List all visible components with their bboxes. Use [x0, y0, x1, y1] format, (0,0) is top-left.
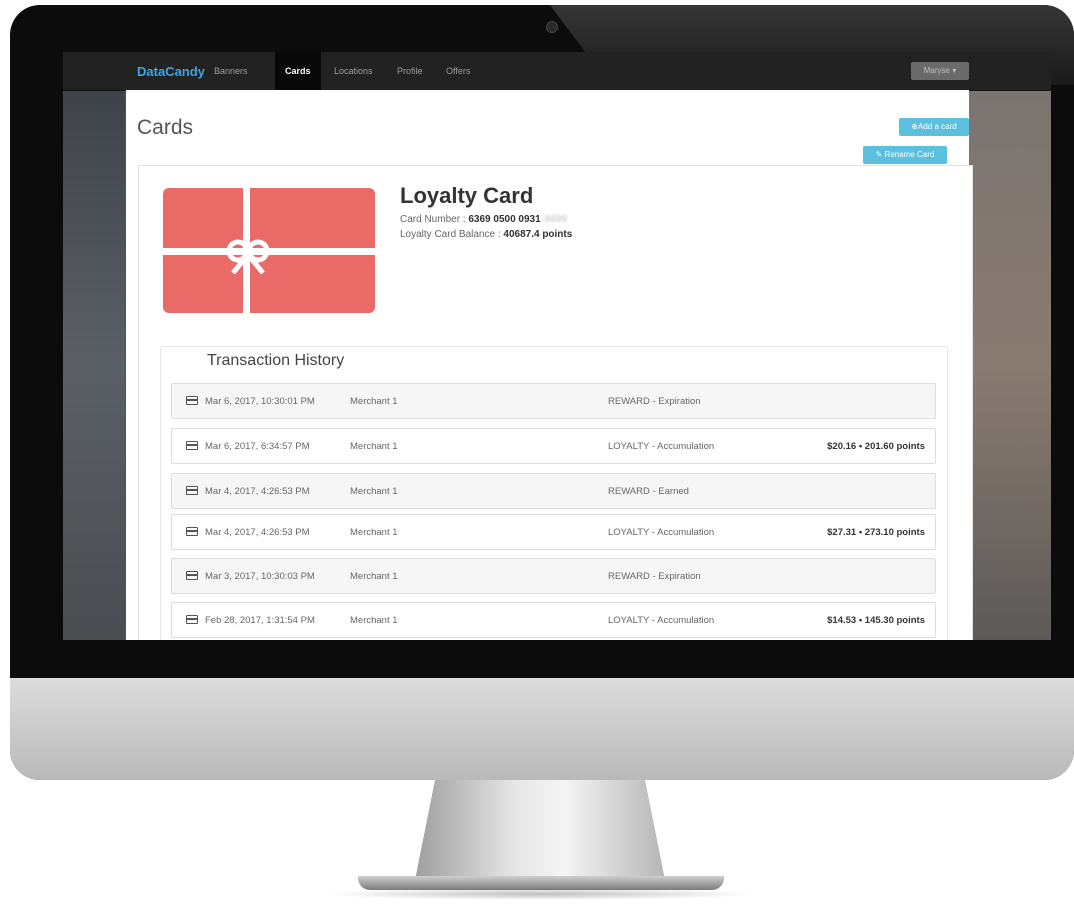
- transaction-row[interactable]: Feb 28, 2017, 1:31:54 PM Merchant 1 LOYA…: [171, 602, 936, 638]
- card-number-value: 6369 0500 0931: [468, 214, 541, 225]
- app-screen: DataCandy Banners Cards Locations Profil…: [63, 52, 1051, 640]
- credit-card-icon: [186, 486, 198, 495]
- nav-item-profile[interactable]: Profile: [397, 66, 423, 76]
- transaction-date: Mar 6, 2017, 6:34:57 PM: [205, 441, 310, 452]
- credit-card-icon: [186, 571, 198, 580]
- brand-logo[interactable]: DataCandy: [137, 64, 205, 79]
- card-title: Loyalty Card: [400, 183, 534, 208]
- nav-item-locations[interactable]: Locations: [334, 66, 373, 76]
- rename-card-button[interactable]: ✎ Rename Card: [863, 146, 947, 164]
- card-number-label: Card Number :: [400, 214, 469, 225]
- transaction-type: REWARD - Expiration: [608, 396, 701, 407]
- transaction-merchant: Merchant 1: [350, 615, 398, 626]
- nav-item-banners[interactable]: Banners: [214, 66, 248, 76]
- card-number-masked: 8699: [544, 214, 567, 225]
- credit-card-icon: [186, 615, 198, 624]
- credit-card-icon: [186, 527, 198, 536]
- gift-card-icon: [163, 188, 375, 313]
- monitor-shadow: [320, 888, 760, 900]
- transaction-history-title: Transaction History: [207, 352, 345, 369]
- monitor-frame: DataCandy Banners Cards Locations Profil…: [10, 5, 1074, 780]
- transaction-amount: $14.53 • 145.30 points: [827, 615, 925, 626]
- transaction-amount: $27.31 • 273.10 points: [827, 527, 925, 538]
- card-balance-label: Loyalty Card Balance :: [400, 229, 504, 240]
- background-right: [969, 90, 1051, 640]
- navbar: DataCandy Banners Cards Locations Profil…: [63, 52, 1051, 91]
- transaction-date: Mar 4, 2017, 4:26:53 PM: [205, 527, 310, 538]
- card-number: Card Number : 6369 0500 0931 8699: [400, 214, 567, 225]
- add-card-button[interactable]: ⊕Add a card: [899, 118, 969, 136]
- transaction-type: LOYALTY - Accumulation: [608, 615, 715, 626]
- nav-item-cards[interactable]: Cards: [285, 66, 311, 76]
- transaction-date: Mar 3, 2017, 10:30:03 PM: [205, 571, 315, 582]
- nav-item-offers[interactable]: Offers: [446, 66, 470, 76]
- cards-page: Cards ⊕Add a card ✎ Rename Card Loyalty …: [126, 90, 973, 640]
- transaction-row[interactable]: Mar 4, 2017, 4:26:53 PM Merchant 1 LOYAL…: [171, 514, 936, 550]
- transaction-amount: $20.16 • 201.60 points: [827, 441, 925, 452]
- transaction-merchant: Merchant 1: [350, 486, 398, 497]
- card-balance: Loyalty Card Balance : 40687.4 points: [400, 229, 572, 240]
- monitor-stand-neck: [415, 780, 665, 880]
- transaction-row[interactable]: Mar 4, 2017, 4:26:53 PM Merchant 1 REWAR…: [171, 473, 936, 509]
- transaction-merchant: Merchant 1: [350, 527, 398, 538]
- user-menu-button[interactable]: Maryse ▾: [911, 62, 969, 80]
- transaction-date: Feb 28, 2017, 1:31:54 PM: [205, 615, 315, 626]
- transaction-merchant: Merchant 1: [350, 441, 398, 452]
- transaction-row[interactable]: Mar 6, 2017, 6:34:57 PM Merchant 1 LOYAL…: [171, 428, 936, 464]
- transaction-merchant: Merchant 1: [350, 396, 398, 407]
- transaction-date: Mar 4, 2017, 4:26:53 PM: [205, 486, 310, 497]
- camera-icon: [546, 21, 558, 33]
- credit-card-icon: [186, 441, 198, 450]
- transaction-date: Mar 6, 2017, 10:30:01 PM: [205, 396, 315, 407]
- transaction-type: REWARD - Earned: [608, 486, 689, 497]
- card-balance-value: 40687.4 points: [503, 229, 573, 240]
- page-title: Cards: [137, 116, 194, 139]
- transaction-type: LOYALTY - Accumulation: [608, 441, 715, 452]
- transaction-merchant: Merchant 1: [350, 571, 398, 582]
- bow-icon: [226, 239, 270, 274]
- transaction-type: REWARD - Expiration: [608, 571, 701, 582]
- background-left: [63, 90, 125, 640]
- transaction-row[interactable]: Mar 6, 2017, 10:30:01 PM Merchant 1 REWA…: [171, 383, 936, 419]
- transaction-row[interactable]: Mar 3, 2017, 10:30:03 PM Merchant 1 REWA…: [171, 558, 936, 594]
- transaction-type: LOYALTY - Accumulation: [608, 527, 715, 538]
- monitor-chin: [10, 678, 1074, 780]
- credit-card-icon: [186, 396, 198, 405]
